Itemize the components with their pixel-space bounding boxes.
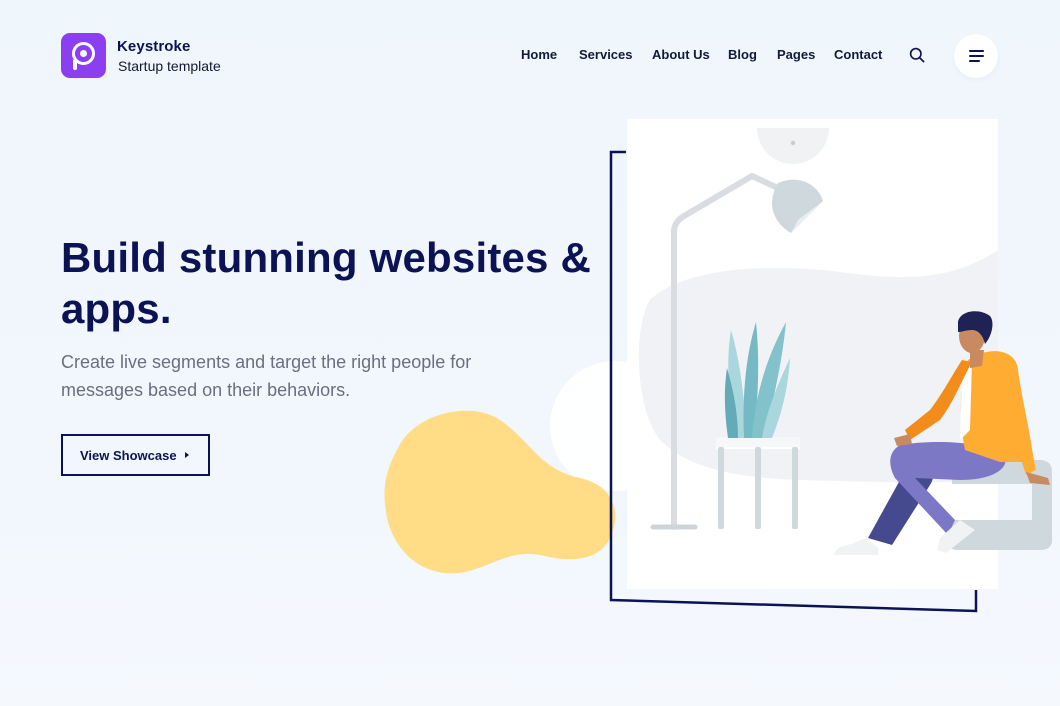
caret-right-icon [185,452,189,458]
hero-title-line-2: apps. [61,285,172,332]
view-showcase-button[interactable]: View Showcase [61,434,210,476]
hero-title-line-1: Build stunning websites & [61,234,592,281]
hero-subtitle-line-1: Create live segments and target the righ… [61,352,472,372]
hero-title: Build stunning websites & apps. [61,232,601,334]
hero-subtitle: Create live segments and target the righ… [61,348,531,404]
view-showcase-label: View Showcase [80,447,177,463]
hero-subtitle-line-2: messages based on their behaviors. [61,380,351,400]
